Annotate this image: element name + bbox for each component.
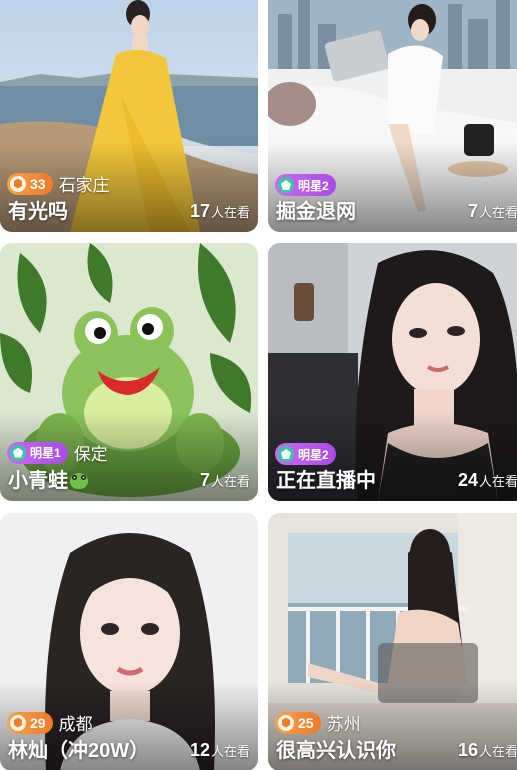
live-room-card[interactable]: 明星2 正在直播中 24人在看 [268,243,517,501]
viewer-unit: 人在看 [210,205,250,220]
viewer-number: 24 [457,470,478,490]
room-meta: 明星1 保定 [7,440,108,465]
room-title: 掘金退网 [276,201,356,223]
city-label: 苏州 [326,715,361,734]
room-title: 小青蛙 [8,464,88,493]
room-title: 正在直播中 [276,470,376,492]
star-badge: 明星1 [7,441,68,464]
room-title: 有光吗 [8,201,68,223]
live-room-card[interactable]: 33 石家庄 有光吗 17人在看 [0,0,258,232]
city-label: 成都 [58,715,93,734]
star-level-icon [278,446,294,462]
viewer-count: 12人在看 [190,740,250,761]
viewer-count: 24人在看 [458,470,517,491]
viewer-unit: 人在看 [478,205,517,220]
level-text: 明星2 [298,447,329,462]
star-badge: 明星2 [275,174,336,196]
live-room-card[interactable]: 25 苏州 很高兴认识你 16人在看 [268,513,517,770]
room-title-text: 小青蛙 [8,470,68,492]
room-meta: 29 成都 [7,710,93,735]
level-text: 29 [30,714,46,731]
room-meta: 25 苏州 [275,710,361,735]
viewer-unit: 人在看 [478,744,517,759]
level-text: 25 [298,714,314,731]
room-meta: 明星2 [275,443,336,465]
viewer-unit: 人在看 [478,474,517,489]
viewer-number: 12 [189,740,210,760]
city-label: 保定 [73,445,108,464]
live-room-card[interactable]: 明星2 掘金退网 7人在看 [268,0,517,232]
hexagon-level-icon [10,714,26,731]
viewer-count: 17人在看 [190,201,250,222]
hexagon-level-icon [10,175,26,192]
viewer-unit: 人在看 [210,744,250,759]
viewer-count: 7人在看 [200,470,250,491]
viewer-count: 7人在看 [468,201,517,222]
live-room-card[interactable]: 29 成都 林灿（冲20W） 12人在看 [0,513,258,770]
viewer-number: 16 [457,740,478,760]
viewer-number: 17 [189,201,210,221]
level-badge: 29 [7,711,53,734]
room-title: 林灿（冲20W） [8,740,150,762]
viewer-unit: 人在看 [210,474,250,489]
viewer-count: 16人在看 [458,740,517,761]
viewer-number: 7 [199,470,210,490]
star-level-icon [10,444,26,461]
level-text: 明星1 [30,446,61,460]
level-text: 33 [30,175,46,192]
room-meta: 33 石家庄 [7,171,110,196]
viewer-number: 7 [467,201,478,221]
star-level-icon [278,177,294,193]
room-title: 很高兴认识你 [276,740,396,762]
level-badge: 33 [7,172,53,195]
star-badge: 明星2 [275,443,336,465]
live-room-card[interactable]: 明星1 保定 小青蛙 7人在看 [0,243,258,501]
hexagon-level-icon [278,714,294,731]
level-text: 明星2 [298,178,329,193]
room-meta: 明星2 [275,174,336,196]
frog-emoji-icon [70,473,88,489]
level-badge: 25 [275,711,321,734]
city-label: 石家庄 [58,176,110,195]
